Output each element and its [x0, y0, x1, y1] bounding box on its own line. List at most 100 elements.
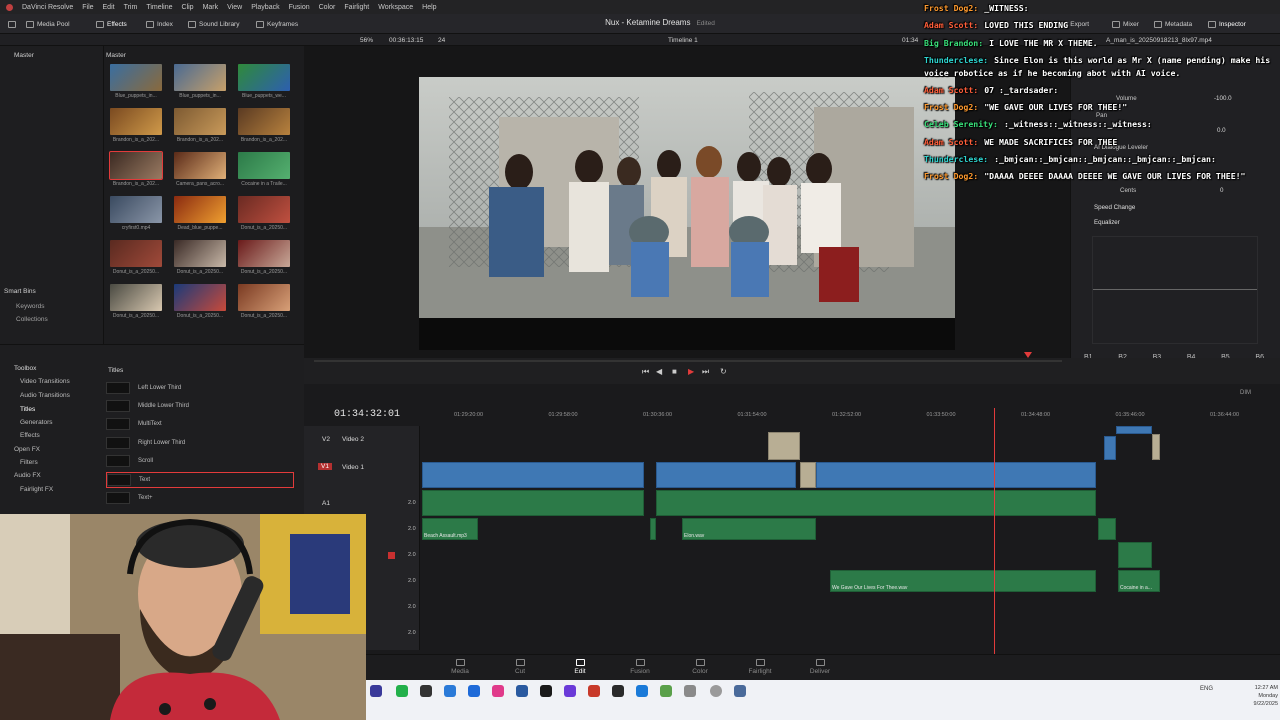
- media-thumbnail[interactable]: [110, 64, 162, 91]
- menu-edit[interactable]: Edit: [103, 4, 115, 11]
- tool-taskbar-icon[interactable]: [684, 685, 696, 697]
- toolbox-effects[interactable]: Effects: [20, 432, 40, 439]
- edge-taskbar-icon[interactable]: [444, 685, 456, 697]
- v2-clip-small[interactable]: [1104, 436, 1116, 460]
- obs-taskbar-icon[interactable]: [564, 685, 576, 697]
- title-left-lower-third[interactable]: Left Lower Third: [106, 380, 294, 396]
- timeline-name[interactable]: Timeline 1: [668, 37, 698, 44]
- media-thumbnail[interactable]: [174, 240, 226, 267]
- toolbox-titles[interactable]: Titles: [20, 406, 35, 413]
- notes-taskbar-icon[interactable]: [660, 685, 672, 697]
- menu-timeline[interactable]: Timeline: [146, 4, 172, 11]
- toolbox-audio-fx[interactable]: Audio FX: [14, 472, 41, 479]
- v1-clip-beige[interactable]: [800, 462, 816, 488]
- title-text[interactable]: Text: [106, 472, 294, 488]
- terminal-taskbar-icon[interactable]: [540, 685, 552, 697]
- record-arm-icon[interactable]: [388, 552, 395, 559]
- play-icon[interactable]: ▶: [688, 367, 694, 376]
- equalizer-header[interactable]: Equalizer: [1094, 219, 1120, 226]
- timeline-playhead[interactable]: [994, 408, 995, 654]
- equalizer-graph[interactable]: [1092, 236, 1258, 344]
- sound-library-button[interactable]: Sound Library: [188, 18, 239, 30]
- menu-trim[interactable]: Trim: [124, 4, 138, 11]
- page-cut[interactable]: Cut: [500, 659, 540, 675]
- menu-clip[interactable]: Clip: [182, 4, 194, 11]
- media-thumbnail[interactable]: [110, 240, 162, 267]
- track-v2-name[interactable]: Video 2: [342, 436, 364, 443]
- stop-icon[interactable]: ■: [672, 367, 677, 376]
- app-taskbar-icon[interactable]: [420, 685, 432, 697]
- media-thumbnail[interactable]: [110, 196, 162, 223]
- track-v1-name[interactable]: Video 1: [342, 464, 364, 471]
- toolbox-audio-transitions[interactable]: Audio Transitions: [20, 392, 70, 399]
- effects-button[interactable]: Effects: [96, 18, 127, 30]
- speed-change-header[interactable]: Speed Change: [1094, 204, 1135, 211]
- title-right-lower-third[interactable]: Right Lower Third: [106, 435, 294, 451]
- a2-clip-end[interactable]: [1098, 518, 1116, 540]
- v1-clip-run-2[interactable]: [656, 462, 796, 488]
- media-thumbnail[interactable]: [174, 152, 226, 179]
- page-deliver[interactable]: Deliver: [800, 659, 840, 675]
- folder-taskbar-icon[interactable]: [612, 685, 624, 697]
- page-fairlight[interactable]: Fairlight: [740, 659, 780, 675]
- toolbox-openfx[interactable]: Open FX: [14, 446, 40, 453]
- page-media[interactable]: Media: [440, 659, 480, 675]
- toolbox-generators[interactable]: Generators: [20, 419, 53, 426]
- toolbox-filters[interactable]: Filters: [20, 459, 38, 466]
- spotify-taskbar-icon[interactable]: [396, 685, 408, 697]
- v2-clip-stack[interactable]: [768, 432, 800, 460]
- menu-mark[interactable]: Mark: [203, 4, 219, 11]
- master-bin[interactable]: Master: [14, 52, 34, 59]
- media-thumbnail[interactable]: [110, 284, 162, 311]
- store-taskbar-icon[interactable]: [516, 685, 528, 697]
- v1-clip-run-1[interactable]: [422, 462, 644, 488]
- track-v1-id[interactable]: V1: [318, 463, 332, 470]
- menu-color[interactable]: Color: [319, 4, 336, 11]
- menu-file[interactable]: File: [82, 4, 93, 11]
- v1-clip-run-3[interactable]: [816, 462, 1096, 488]
- page-edit[interactable]: Edit: [560, 659, 600, 675]
- keyframes-button[interactable]: Keyframes: [256, 18, 298, 30]
- title-middle-lower-third[interactable]: Middle Lower Third: [106, 398, 294, 414]
- skip-back-icon[interactable]: ⏮: [642, 367, 649, 377]
- v2-clip-top[interactable]: [1116, 426, 1152, 434]
- media-thumbnail[interactable]: [238, 64, 290, 91]
- menu-view[interactable]: View: [227, 4, 242, 11]
- settings-taskbar-icon[interactable]: [710, 685, 722, 697]
- davinci-taskbar-icon[interactable]: [370, 685, 382, 697]
- system-clock[interactable]: 12:27 AM Monday 9/22/2025: [1218, 684, 1278, 708]
- a1-clip-run-1[interactable]: [422, 490, 644, 516]
- menu-help[interactable]: Help: [422, 4, 436, 11]
- timeline-timecode[interactable]: 01:34:32:01: [334, 409, 400, 420]
- media-thumbnail[interactable]: [174, 196, 226, 223]
- media-thumbnail[interactable]: [238, 240, 290, 267]
- toolbox-video-transitions[interactable]: Video Transitions: [20, 378, 70, 385]
- v2-clip-beige[interactable]: [1152, 434, 1160, 460]
- title-multitext[interactable]: MultiText: [106, 416, 294, 432]
- chrome-taskbar-icon[interactable]: [588, 685, 600, 697]
- scrubber-playhead-icon[interactable]: [1024, 352, 1032, 358]
- media-pool-button[interactable]: Media Pool: [26, 18, 70, 30]
- a3-clip-end[interactable]: [1118, 542, 1152, 568]
- media-thumbnail[interactable]: [238, 108, 290, 135]
- menu-workspace[interactable]: Workspace: [378, 4, 413, 11]
- dim-button[interactable]: DIM: [1240, 390, 1251, 396]
- media-thumbnail[interactable]: [174, 284, 226, 311]
- language-indicator[interactable]: ENG: [1200, 686, 1213, 692]
- menu-fusion[interactable]: Fusion: [289, 4, 310, 11]
- page-fusion[interactable]: Fusion: [620, 659, 660, 675]
- toolbox-root[interactable]: Toolbox: [14, 365, 36, 372]
- panel-toggle-button[interactable]: [8, 18, 16, 30]
- title-text-plus[interactable]: Text+: [106, 490, 294, 506]
- title-scroll[interactable]: Scroll: [106, 453, 294, 469]
- a2-clip-small[interactable]: [650, 518, 656, 540]
- page-color[interactable]: Color: [680, 659, 720, 675]
- photos-taskbar-icon[interactable]: [492, 685, 504, 697]
- zoom-level[interactable]: 56%: [360, 37, 373, 44]
- collections-bin[interactable]: Collections: [16, 316, 48, 323]
- media-thumbnail[interactable]: [174, 108, 226, 135]
- media-thumbnail[interactable]: [238, 284, 290, 311]
- explorer-taskbar-icon[interactable]: [468, 685, 480, 697]
- a1-clip-run-2[interactable]: [656, 490, 1096, 516]
- skip-forward-icon[interactable]: ⏭: [702, 367, 709, 377]
